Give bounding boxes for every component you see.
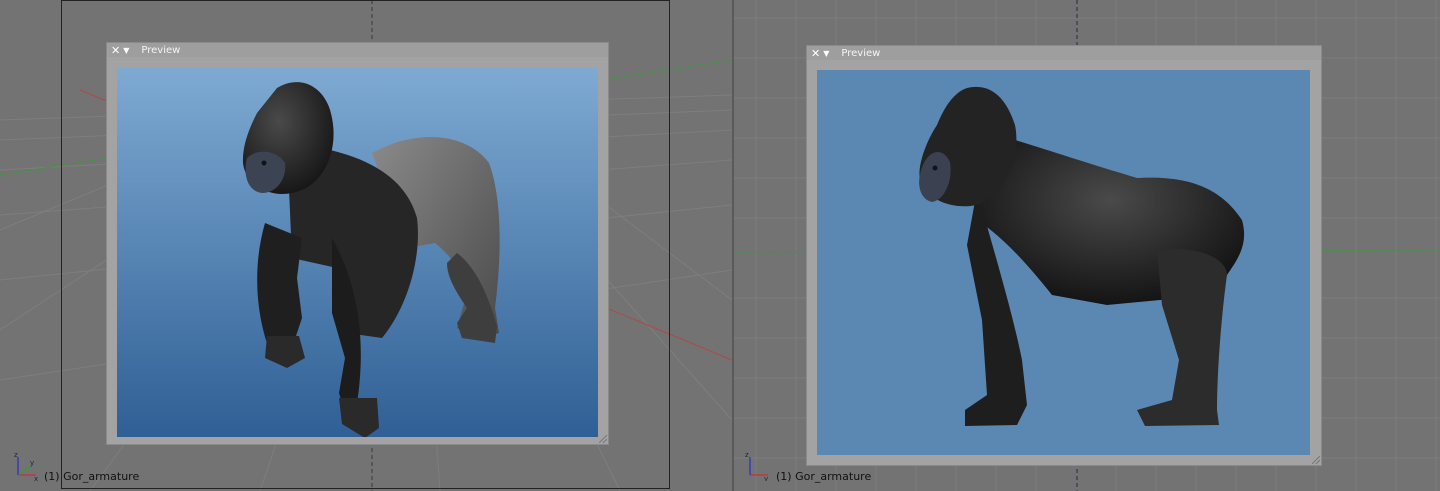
preview-render bbox=[117, 68, 598, 437]
gorilla-model-side bbox=[919, 86, 1245, 426]
close-icon[interactable]: ✕ bbox=[111, 44, 120, 57]
close-icon[interactable]: ✕ bbox=[811, 47, 820, 60]
preview-panel[interactable]: ✕ ▼ Preview bbox=[806, 45, 1322, 466]
preview-header[interactable]: ✕ ▼ Preview bbox=[807, 46, 1321, 60]
svg-text:x: x bbox=[34, 475, 38, 481]
gorilla-model-front bbox=[242, 82, 500, 437]
preview-render bbox=[817, 70, 1310, 455]
dropdown-triangle-icon[interactable]: ▼ bbox=[123, 46, 129, 55]
resize-grip-icon[interactable] bbox=[599, 435, 607, 443]
axis-gizmo-icon: z y x bbox=[14, 451, 38, 481]
svg-text:z: z bbox=[14, 451, 18, 459]
svg-text:z: z bbox=[745, 451, 749, 459]
preview-title: Preview bbox=[841, 47, 881, 59]
resize-grip-icon[interactable] bbox=[1312, 456, 1320, 464]
svg-text:y: y bbox=[30, 459, 34, 467]
object-label: (1) Gor_armature bbox=[776, 470, 872, 483]
svg-text:y: y bbox=[764, 475, 768, 481]
preview-panel[interactable]: ✕ ▼ Preview bbox=[106, 42, 609, 445]
preview-title: Preview bbox=[141, 44, 181, 56]
viewport-right[interactable]: ✕ ▼ Preview z y (1) Gor_armature bbox=[734, 0, 1440, 491]
axis-gizmo-icon: z y bbox=[745, 451, 768, 481]
viewport-left[interactable]: ✕ ▼ Preview z y x (1) Gor_armature bbox=[0, 0, 732, 491]
preview-header[interactable]: ✕ ▼ Preview bbox=[107, 43, 608, 57]
object-label: (1) Gor_armature bbox=[44, 470, 140, 483]
dropdown-triangle-icon[interactable]: ▼ bbox=[823, 49, 829, 58]
